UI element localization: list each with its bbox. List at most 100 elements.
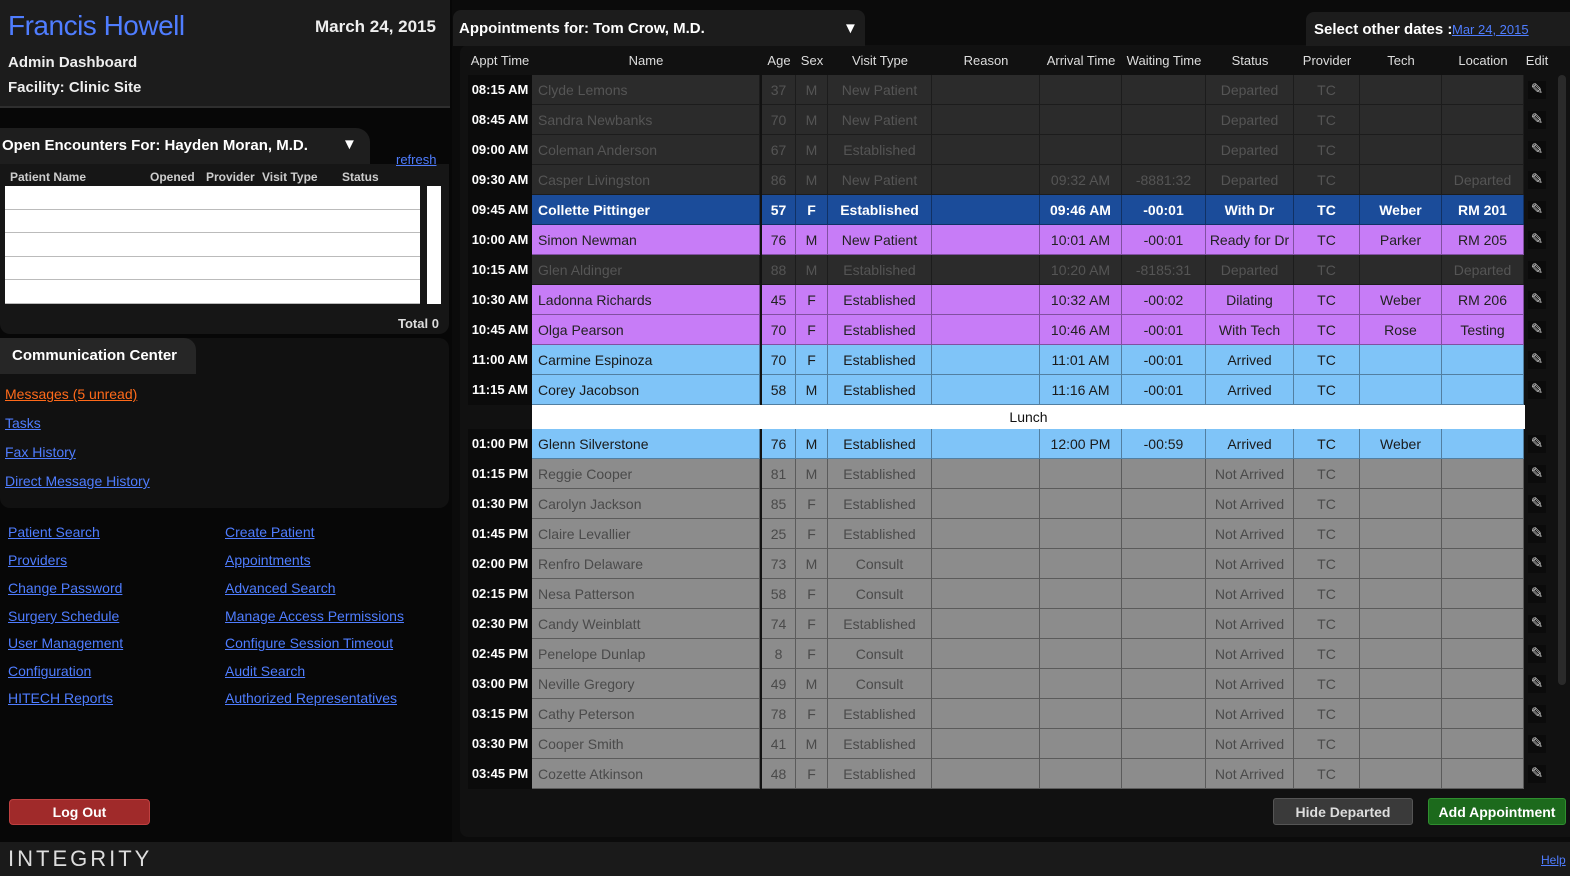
table-row[interactable]: 10:45 AM Olga Pearson 70 F Established 10:46 …: [468, 315, 1558, 345]
col-provider[interactable]: Provider: [206, 170, 255, 184]
pencil-icon[interactable]: ✎: [1528, 735, 1546, 753]
pencil-icon[interactable]: ✎: [1528, 435, 1546, 453]
col-status[interactable]: Status: [1206, 53, 1294, 68]
pencil-icon[interactable]: ✎: [1528, 261, 1546, 279]
table-row[interactable]: 02:00 PM Renfro Delaware 73 M Consult Not Arr…: [468, 549, 1558, 579]
pencil-icon[interactable]: ✎: [1528, 81, 1546, 99]
table-row[interactable]: [5, 186, 420, 210]
table-row[interactable]: 01:15 PM Reggie Cooper 81 M Established Not A…: [468, 459, 1558, 489]
table-row[interactable]: 01:30 PM Carolyn Jackson 85 F Established Not…: [468, 489, 1558, 519]
col-location[interactable]: Location: [1442, 53, 1524, 68]
table-row[interactable]: 03:00 PM Neville Gregory 49 M Consult Not Arr…: [468, 669, 1558, 699]
pencil-icon[interactable]: ✎: [1528, 765, 1546, 783]
patient-search-link[interactable]: Patient Search: [8, 524, 100, 540]
table-row[interactable]: [5, 233, 420, 257]
hide-departed-button[interactable]: Hide Departed: [1273, 798, 1413, 825]
table-row[interactable]: 11:15 AM Corey Jacobson 58 M Established 11:1…: [468, 375, 1558, 405]
table-row[interactable]: 08:45 AM Sandra Newbanks 70 M New Patient Dep…: [468, 105, 1558, 135]
table-row[interactable]: 09:00 AM Coleman Anderson 67 M Established De…: [468, 135, 1558, 165]
table-row[interactable]: 10:30 AM Ladonna Richards 45 F Established 10…: [468, 285, 1558, 315]
table-row[interactable]: 10:00 AM Simon Newman 76 M New Patient 10:01 …: [468, 225, 1558, 255]
fax-history-link[interactable]: Fax History: [5, 444, 76, 460]
create-patient-link[interactable]: Create Patient: [225, 524, 315, 540]
col-arrival-time[interactable]: Arrival Time: [1040, 53, 1122, 68]
messages-link[interactable]: Messages (5 unread): [5, 386, 137, 402]
table-row[interactable]: [5, 257, 420, 281]
direct-message-history-link[interactable]: Direct Message History: [5, 473, 150, 489]
col-status[interactable]: Status: [342, 170, 379, 184]
pencil-icon[interactable]: ✎: [1528, 231, 1546, 249]
pencil-icon[interactable]: ✎: [1528, 171, 1546, 189]
col-patient-name[interactable]: Patient Name: [10, 170, 86, 184]
encounters-scrollbar[interactable]: [427, 186, 441, 304]
pencil-icon[interactable]: ✎: [1528, 525, 1546, 543]
help-link[interactable]: Help: [1541, 853, 1566, 867]
cell-visit-type: Established: [828, 489, 932, 519]
col-appt-time[interactable]: Appt Time: [468, 53, 532, 68]
pencil-icon[interactable]: ✎: [1528, 321, 1546, 339]
table-row[interactable]: [5, 280, 420, 304]
table-row[interactable]: 01:45 PM Claire Levallier 25 F Established No…: [468, 519, 1558, 549]
pencil-icon[interactable]: ✎: [1528, 705, 1546, 723]
configuration-link[interactable]: Configuration: [8, 663, 91, 679]
tasks-link[interactable]: Tasks: [5, 415, 41, 431]
authorized-representatives-link[interactable]: Authorized Representatives: [225, 690, 397, 706]
pencil-icon[interactable]: ✎: [1528, 291, 1546, 309]
encounters-header[interactable]: Open Encounters For: Hayden Moran, M.D. …: [0, 128, 370, 164]
chevron-down-icon[interactable]: ▼: [843, 20, 858, 37]
cell-visit-type: New Patient: [828, 225, 932, 255]
chevron-down-icon[interactable]: ▼: [342, 136, 357, 153]
user-management-link[interactable]: User Management: [8, 635, 123, 651]
table-row[interactable]: 03:45 PM Cozette Atkinson 48 F Established No…: [468, 759, 1558, 789]
col-provider[interactable]: Provider: [1294, 53, 1360, 68]
hitech-reports-link[interactable]: HITECH Reports: [8, 690, 113, 706]
table-row[interactable]: 10:15 AM Glen Aldinger 88 M Established 10:20…: [468, 255, 1558, 285]
pencil-icon[interactable]: ✎: [1528, 495, 1546, 513]
manage-access-permissions-link[interactable]: Manage Access Permissions: [225, 608, 404, 624]
table-row[interactable]: 03:15 PM Cathy Peterson 78 F Established Not …: [468, 699, 1558, 729]
col-sex[interactable]: Sex: [796, 53, 828, 68]
col-opened[interactable]: Opened: [150, 170, 195, 184]
pencil-icon[interactable]: ✎: [1528, 351, 1546, 369]
table-row[interactable]: 09:30 AM Casper Livingston 86 M New Patient 0…: [468, 165, 1558, 195]
col-tech[interactable]: Tech: [1360, 53, 1442, 68]
col-reason[interactable]: Reason: [932, 53, 1040, 68]
appointments-scrollbar[interactable]: [1558, 75, 1566, 685]
pencil-icon[interactable]: ✎: [1528, 141, 1546, 159]
pencil-icon[interactable]: ✎: [1528, 585, 1546, 603]
providers-link[interactable]: Providers: [8, 552, 67, 568]
date-link[interactable]: Mar 24, 2015: [1452, 22, 1529, 37]
table-row[interactable]: 08:15 AM Clyde Lemons 37 M New Patient Depart…: [468, 75, 1558, 105]
surgery-schedule-link[interactable]: Surgery Schedule: [8, 608, 119, 624]
table-row[interactable]: 02:15 PM Nesa Patterson 58 F Consult Not Arri…: [468, 579, 1558, 609]
appointments-link[interactable]: Appointments: [225, 552, 311, 568]
col-visit-type[interactable]: Visit Type: [828, 53, 932, 68]
cell-provider: TC: [1294, 579, 1360, 609]
col-visit-type[interactable]: Visit Type: [262, 170, 318, 184]
table-row[interactable]: 01:00 PM Glenn Silverstone 76 M Established 1…: [468, 429, 1558, 459]
pencil-icon[interactable]: ✎: [1528, 111, 1546, 129]
audit-search-link[interactable]: Audit Search: [225, 663, 305, 679]
refresh-link[interactable]: refresh: [396, 152, 436, 167]
pencil-icon[interactable]: ✎: [1528, 381, 1546, 399]
add-appointment-button[interactable]: Add Appointment: [1428, 798, 1566, 825]
pencil-icon[interactable]: ✎: [1528, 675, 1546, 693]
table-row[interactable]: [5, 210, 420, 234]
table-row[interactable]: 09:45 AM Collette Pittinger 57 F Established…: [468, 195, 1558, 225]
pencil-icon[interactable]: ✎: [1528, 201, 1546, 219]
col-age[interactable]: Age: [762, 53, 796, 68]
col-name[interactable]: Name: [532, 53, 760, 68]
pencil-icon[interactable]: ✎: [1528, 645, 1546, 663]
configure-session-timeout-link[interactable]: Configure Session Timeout: [225, 635, 393, 651]
change-password-link[interactable]: Change Password: [8, 580, 122, 596]
pencil-icon[interactable]: ✎: [1528, 465, 1546, 483]
table-row[interactable]: 11:00 AM Carmine Espinoza 70 F Established 11…: [468, 345, 1558, 375]
col-waiting-time[interactable]: Waiting Time: [1122, 53, 1206, 68]
logout-button[interactable]: Log Out: [9, 799, 150, 825]
pencil-icon[interactable]: ✎: [1528, 615, 1546, 633]
table-row[interactable]: 02:30 PM Candy Weinblatt 74 F Established Not…: [468, 609, 1558, 639]
advanced-search-link[interactable]: Advanced Search: [225, 580, 336, 596]
pencil-icon[interactable]: ✎: [1528, 555, 1546, 573]
table-row[interactable]: 03:30 PM Cooper Smith 41 M Established Not Ar…: [468, 729, 1558, 759]
table-row[interactable]: 02:45 PM Penelope Dunlap 8 F Consult Not Arri…: [468, 639, 1558, 669]
